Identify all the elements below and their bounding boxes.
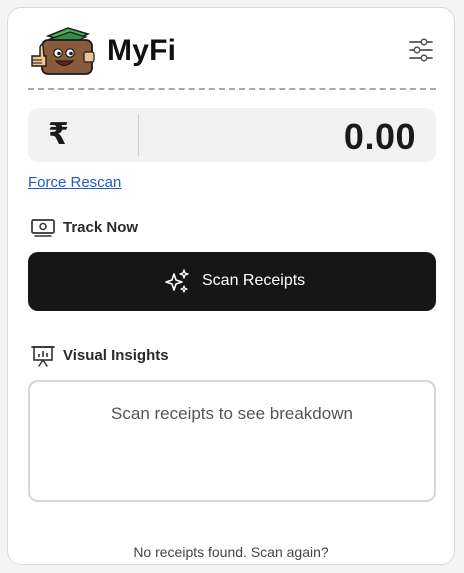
force-rescan-link[interactable]: Force Rescan — [28, 174, 121, 191]
balance-separator — [138, 114, 139, 156]
settings-sliders-icon[interactable] — [406, 35, 436, 65]
scan-receipts-label: Scan Receipts — [202, 272, 306, 289]
app-title: MyFi — [107, 34, 177, 67]
visual-insights-label: Visual Insights — [63, 347, 169, 364]
currency-symbol: ₹ — [48, 117, 69, 152]
header-divider — [28, 88, 436, 90]
cash-icon — [30, 216, 56, 240]
insights-panel: Scan receipts to see breakdown — [28, 380, 436, 502]
balance-display: ₹ 0.00 — [28, 108, 436, 162]
extension-panel: MyFi ₹ 0.00 Force Rescan Track Now Scan … — [7, 7, 455, 565]
sparkles-icon — [163, 268, 191, 296]
balance-amount: 0.00 — [343, 116, 416, 157]
app-logo-icon — [28, 26, 96, 78]
insights-empty-message: Scan receipts to see breakdown — [111, 404, 353, 423]
header: MyFi — [28, 26, 436, 82]
track-now-label: Track Now — [63, 219, 139, 236]
presentation-chart-icon — [30, 344, 56, 368]
footer-status-message: No receipts found. Scan again? — [133, 544, 329, 560]
scan-receipts-button[interactable]: Scan Receipts — [28, 252, 436, 311]
